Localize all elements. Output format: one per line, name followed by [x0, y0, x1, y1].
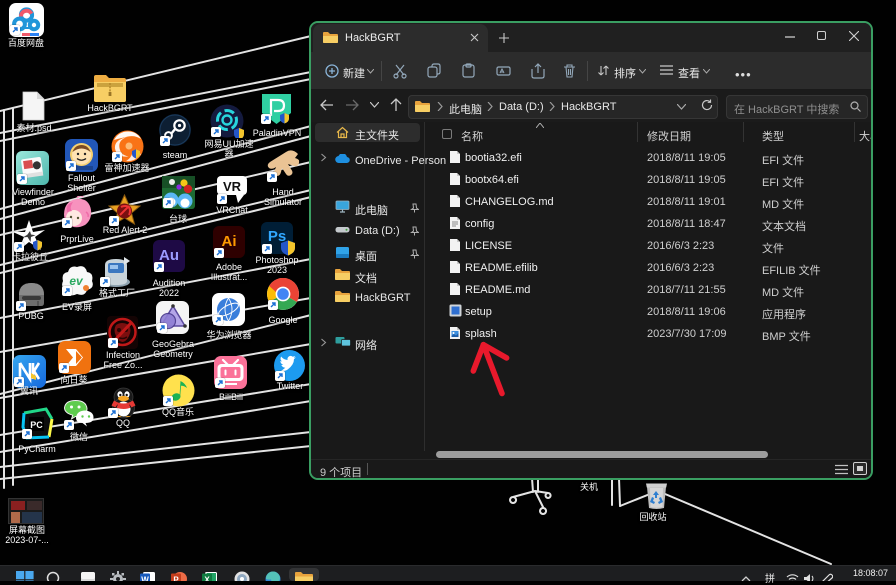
svg-text:W: W	[141, 576, 149, 582]
svg-text:PC: PC	[30, 420, 43, 430]
svg-text:X: X	[204, 576, 210, 582]
svg-text:P: P	[173, 576, 179, 582]
svg-text:VR: VR	[223, 179, 242, 194]
